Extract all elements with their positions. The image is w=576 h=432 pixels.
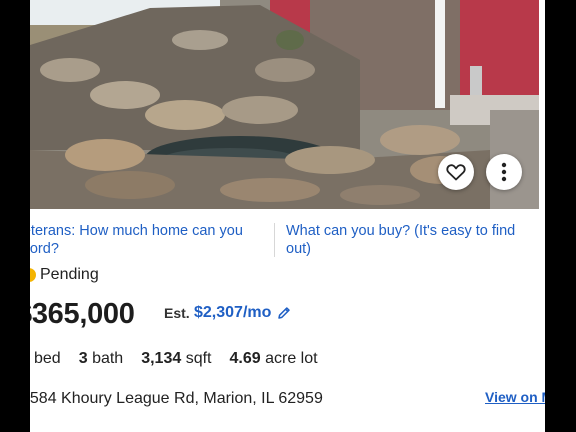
- fact-baths: 3 bath: [78, 350, 124, 367]
- promo-link-veterans[interactable]: Veterans: How much home can you afford?: [30, 222, 246, 258]
- pencil-icon[interactable]: [277, 306, 291, 325]
- more-vertical-icon: [501, 162, 507, 182]
- status-badge: Pending: [30, 265, 99, 285]
- more-options-button[interactable]: [486, 154, 522, 190]
- fact-lot: 4.69 acre lot: [229, 350, 318, 367]
- estimate-payment-link[interactable]: $2,307/mo: [194, 304, 271, 322]
- status-dot-icon: [30, 268, 36, 282]
- fact-sqft: 3,134 sqft: [141, 350, 212, 367]
- listing-price: $365,000: [30, 298, 135, 330]
- listing-photo[interactable]: [30, 0, 539, 209]
- view-on-map-link[interactable]: View on M: [485, 389, 545, 405]
- status-text: Pending: [40, 266, 99, 283]
- fact-beds: bed: [34, 350, 61, 367]
- promo-divider: [274, 223, 275, 257]
- property-facts: bed 3 bath 3,134 sqft 4.69 acre lot: [34, 350, 318, 368]
- listing-screen: Veterans: How much home can you afford? …: [30, 0, 545, 432]
- favorite-button[interactable]: [438, 154, 474, 190]
- listing-address: 0584 Khoury League Rd, Marion, IL 62959: [30, 390, 323, 407]
- estimate-label: Est.: [164, 305, 190, 321]
- heart-icon: [446, 164, 466, 181]
- promo-link-buying-power[interactable]: What can you buy? (It's easy to find out…: [286, 222, 522, 258]
